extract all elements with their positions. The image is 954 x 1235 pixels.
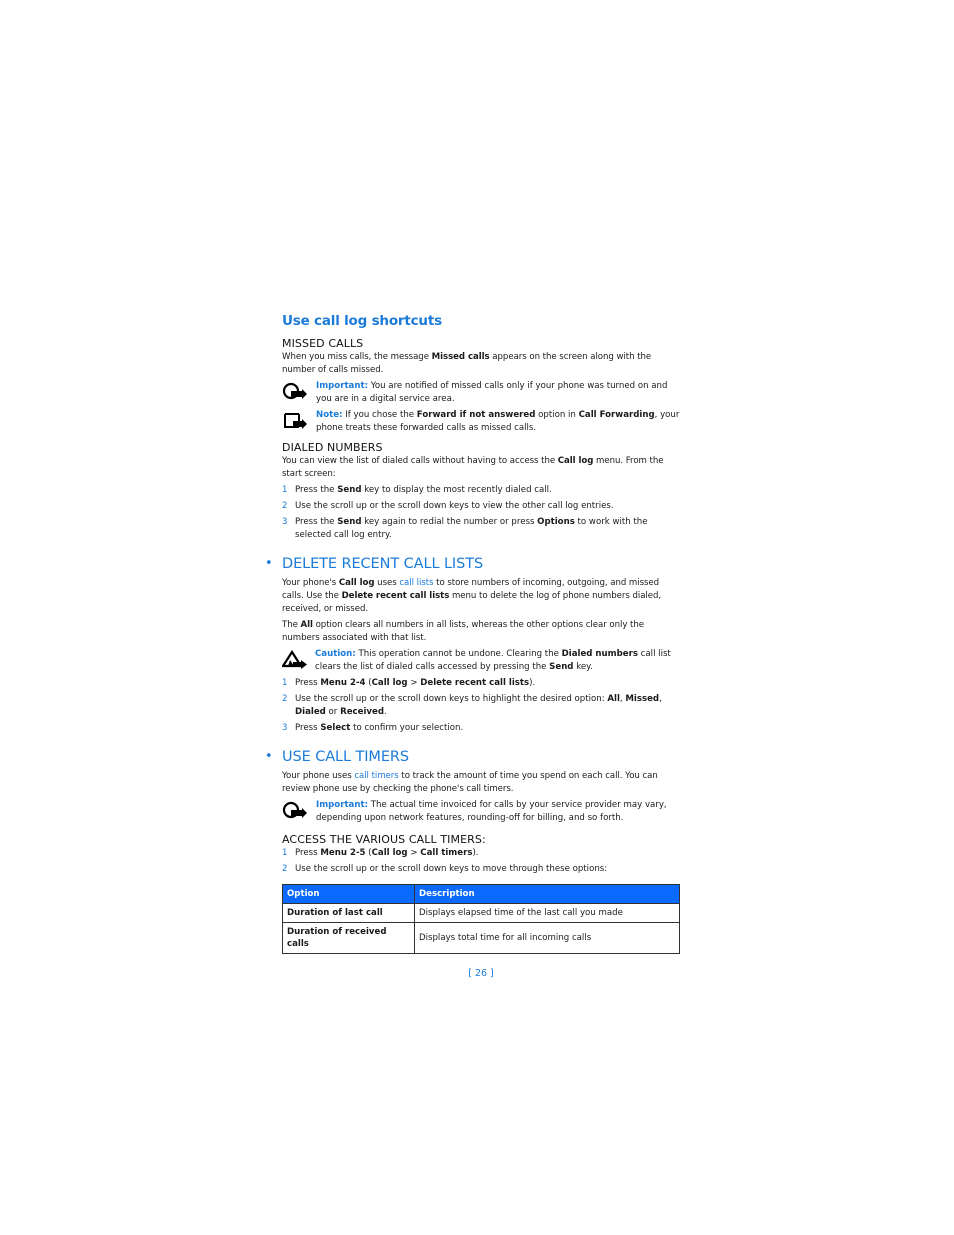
option-cell: Duration of last call: [282, 903, 415, 923]
important-note-missed: Important: You are notified of missed ca…: [282, 380, 680, 406]
heading-missed-calls: MISSED CALLS: [282, 337, 364, 350]
list-item: 3 Press Select to confirm your selection.: [282, 723, 464, 733]
section-title-call-log-shortcuts: Use call log shortcuts: [282, 313, 442, 329]
caution-note: Caution: This operation cannot be undone…: [282, 648, 680, 674]
table-row: Duration of last call Displays elapsed t…: [282, 903, 680, 923]
important-icon: [282, 801, 307, 819]
list-item: 2 Use the scroll up or the scroll down ke…: [282, 694, 662, 717]
important-icon: [282, 382, 307, 400]
list-item: 3 Press the Send key again to redial the …: [282, 517, 648, 540]
call-lists-link[interactable]: call lists: [399, 578, 433, 588]
heading-access-call-timers: ACCESS THE VARIOUS CALL TIMERS:: [282, 833, 486, 846]
call-timers-table: Option Description Duration of last call…: [282, 884, 680, 954]
list-item: 2 Use the scroll up or the scroll down ke…: [282, 501, 614, 511]
list-item: 1 Press Menu 2-5 (Call log > Call timers)…: [282, 848, 479, 858]
caution-icon: [282, 649, 307, 669]
manual-page: Use call log shortcuts MISSED CALLS When…: [265, 311, 680, 979]
section-title-delete-recent-call-lists: • DELETE RECENT CALL LISTS: [265, 556, 484, 572]
list-item: 1 Press Menu 2-4 (Call log > Delete recen…: [282, 678, 536, 688]
call-timers-paragraph: Your phone uses call timers to track the…: [282, 771, 658, 794]
note-forwarding: Note: If you chose the Forward if not an…: [282, 409, 680, 435]
description-cell: Displays elapsed time of the last call y…: [414, 903, 680, 923]
page-number: [ 26 ]: [468, 968, 494, 979]
option-cell: Duration of received calls: [282, 922, 415, 954]
note-icon: [284, 413, 307, 429]
dialed-steps-list: 1 Press the Send key to display the most …: [282, 484, 680, 542]
important-note-timers: Important: The actual time invoiced for …: [282, 799, 680, 825]
list-item: 2 Use the scroll up or the scroll down ke…: [282, 864, 608, 874]
delete-steps-list: 1 Press Menu 2-4 (Call log > Delete recen…: [282, 677, 680, 735]
delete-paragraph-2: The All option clears all numbers in all…: [282, 620, 644, 643]
heading-dialed-numbers: DIALED NUMBERS: [282, 441, 383, 454]
section-title-use-call-timers: • USE CALL TIMERS: [265, 749, 409, 765]
list-item: 1 Press the Send key to display the most …: [282, 485, 552, 495]
column-header-description: Description: [414, 884, 680, 904]
description-cell: Displays total time for all incoming cal…: [414, 922, 680, 954]
timers-steps-list: 1 Press Menu 2-5 (Call log > Call timers)…: [282, 847, 680, 876]
missed-calls-paragraph: When you miss calls, the message Missed …: [282, 352, 652, 375]
call-timers-link[interactable]: call timers: [354, 771, 398, 781]
column-header-option: Option: [282, 884, 415, 904]
table-row: Duration of received calls Displays tota…: [282, 922, 680, 954]
table-header-row: Option Description: [282, 884, 680, 904]
delete-paragraph-1: Your phone's Call log uses call lists to…: [282, 578, 662, 614]
dialed-numbers-paragraph: You can view the list of dialed calls wi…: [282, 456, 664, 479]
